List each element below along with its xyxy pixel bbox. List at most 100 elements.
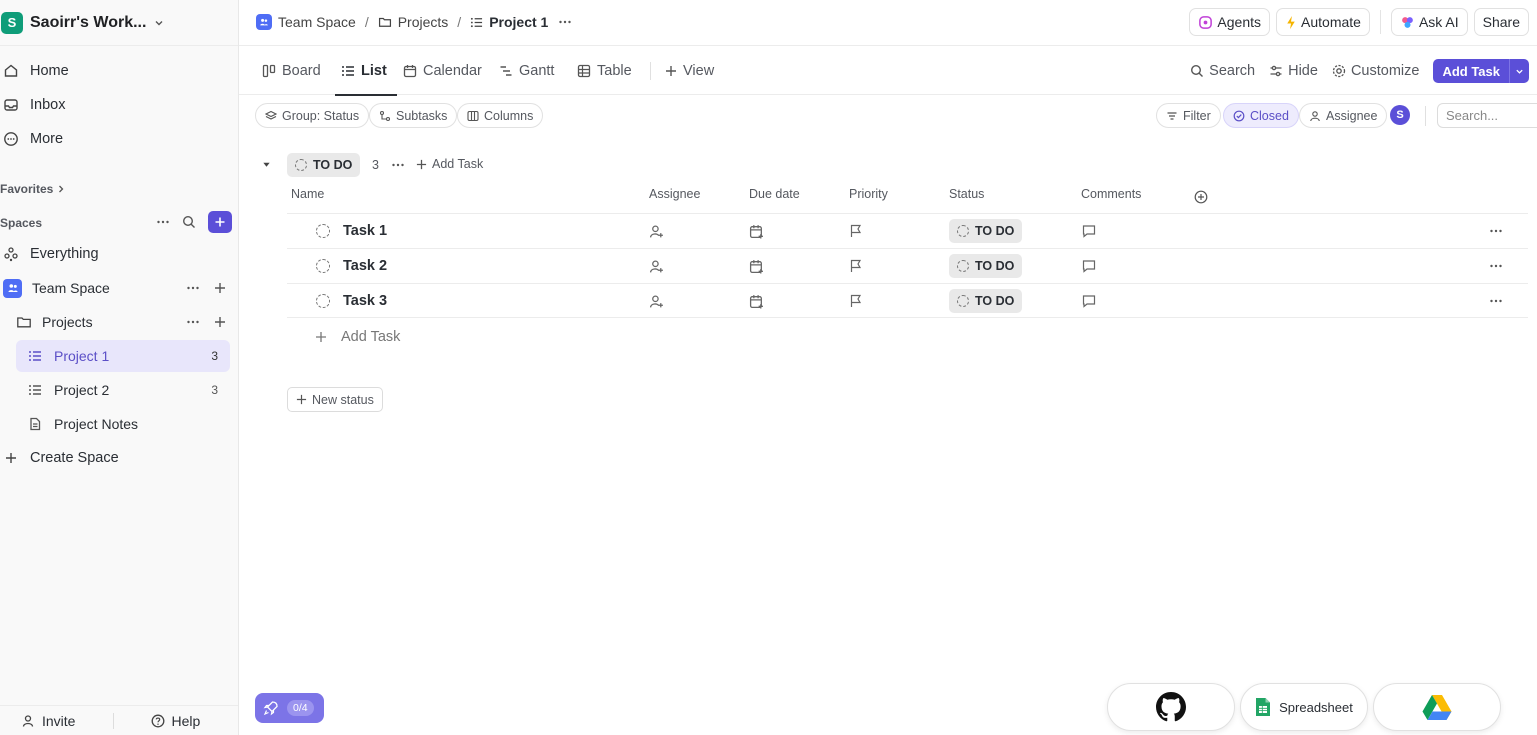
priority-flag-icon[interactable] — [849, 284, 863, 318]
add-task-button[interactable]: Add Task — [1433, 59, 1529, 83]
sidebar-item-everything[interactable]: Everything — [0, 239, 238, 269]
more-dots-icon[interactable] — [391, 158, 405, 172]
todo-status-icon — [295, 159, 307, 171]
breadcrumb-space[interactable]: Team Space — [256, 14, 356, 30]
ask-ai-button[interactable]: Ask AI — [1390, 8, 1468, 36]
column-header-priority[interactable]: Priority — [849, 187, 888, 207]
tab-table[interactable]: Table — [577, 47, 632, 95]
priority-flag-icon[interactable] — [849, 249, 863, 283]
due-date-icon[interactable] — [749, 249, 764, 283]
spreadsheet-integration-button[interactable]: Spreadsheet — [1240, 683, 1368, 731]
breadcrumb-list[interactable]: Project 1 — [470, 14, 548, 30]
column-header-name[interactable]: Name — [291, 187, 324, 207]
google-drive-integration-button[interactable] — [1373, 683, 1501, 731]
more-dots-icon[interactable] — [186, 281, 200, 295]
column-header-status[interactable]: Status — [949, 187, 984, 207]
share-button[interactable]: Share — [1473, 8, 1529, 36]
column-header-comments[interactable]: Comments — [1081, 187, 1141, 207]
assignee-add-icon[interactable] — [649, 249, 664, 283]
sidebar-item-more[interactable]: More — [0, 124, 238, 154]
agents-button[interactable]: Agents — [1189, 8, 1271, 36]
task-status-badge[interactable]: TO DO — [949, 284, 1023, 318]
more-dots-icon[interactable] — [558, 15, 572, 29]
row-more-icon[interactable] — [1489, 284, 1503, 318]
favorites-section[interactable]: Favorites — [0, 182, 65, 196]
comment-icon[interactable] — [1082, 214, 1096, 248]
priority-flag-icon[interactable] — [849, 214, 863, 248]
breadcrumb-folder[interactable]: Projects — [378, 14, 448, 30]
sidebar-item-project-2[interactable]: Project 2 3 — [16, 374, 230, 406]
github-integration-button[interactable] — [1107, 683, 1235, 731]
agents-icon — [1198, 15, 1213, 30]
search-icon[interactable] — [182, 215, 196, 229]
table-row[interactable]: Task 2 TO DO — [287, 248, 1528, 283]
table-row[interactable]: Task 1 TO DO — [287, 213, 1528, 248]
add-view-button[interactable]: View — [665, 47, 714, 95]
task-status-toggle[interactable] — [316, 249, 330, 283]
tab-calendar[interactable]: Calendar — [403, 47, 482, 95]
assignee-add-icon[interactable] — [649, 214, 664, 248]
assignee-add-icon[interactable] — [649, 284, 664, 318]
filter-chip[interactable]: Filter — [1156, 103, 1221, 128]
new-status-button[interactable]: New status — [287, 387, 383, 412]
task-name[interactable]: Task 2 — [343, 249, 387, 283]
column-header-due-date[interactable]: Due date — [749, 187, 800, 207]
add-column-icon[interactable] — [1194, 190, 1208, 204]
task-status-toggle[interactable] — [316, 284, 330, 318]
columns-chip[interactable]: Columns — [457, 103, 544, 128]
due-date-icon[interactable] — [749, 214, 764, 248]
create-space-item[interactable]: Create Space — [0, 443, 238, 473]
spreadsheet-label: Spreadsheet — [1279, 699, 1353, 715]
search-button[interactable]: Search — [1190, 63, 1255, 79]
more-dots-icon[interactable] — [186, 315, 200, 329]
tab-board[interactable]: Board — [262, 47, 321, 95]
task-name[interactable]: Task 1 — [343, 214, 387, 248]
column-header-assignee[interactable]: Assignee — [649, 187, 700, 207]
group-status-badge[interactable]: TO DO — [287, 153, 361, 177]
comment-icon[interactable] — [1082, 249, 1096, 283]
group-by-chip[interactable]: Group: Status — [255, 103, 370, 128]
task-name[interactable]: Task 3 — [343, 284, 387, 318]
sidebar-item-project-notes[interactable]: Project Notes — [16, 408, 230, 440]
tab-list[interactable]: List — [335, 47, 397, 96]
workspace-switcher[interactable]: S Saoirr's Work... — [0, 0, 238, 46]
status-group-header: TO DO 3 Add Task — [239, 150, 639, 180]
collapse-caret-icon[interactable] — [262, 160, 271, 169]
table-row[interactable]: Task 3 TO DO — [287, 283, 1528, 318]
task-status-badge[interactable]: TO DO — [949, 214, 1023, 248]
comment-icon[interactable] — [1082, 284, 1096, 318]
closed-chip[interactable]: Closed — [1223, 103, 1299, 128]
plus-icon[interactable] — [214, 282, 226, 294]
customize-button[interactable]: Customize — [1332, 63, 1419, 79]
automate-button[interactable]: Automate — [1276, 8, 1370, 36]
create-space-button[interactable] — [208, 211, 232, 233]
task-status-toggle[interactable] — [316, 214, 330, 248]
plus-icon[interactable] — [214, 316, 226, 328]
due-date-icon[interactable] — [749, 284, 764, 318]
sidebar-item-team-space[interactable]: Team Space — [0, 273, 238, 303]
avatar[interactable]: S — [1390, 105, 1410, 125]
inline-add-task[interactable]: Add Task — [315, 327, 400, 347]
onboarding-progress: 0/4 — [287, 700, 314, 716]
group-add-task-button[interactable]: Add Task — [416, 157, 483, 171]
assignee-chip[interactable]: Assignee — [1299, 103, 1388, 128]
tab-gantt[interactable]: Gantt — [499, 47, 554, 95]
filter-label: Filter — [1183, 108, 1211, 123]
doc-label: Project Notes — [54, 416, 139, 432]
search-input[interactable]: Search... — [1437, 103, 1537, 128]
hide-button[interactable]: Hide — [1269, 63, 1318, 79]
task-status-badge[interactable]: TO DO — [949, 249, 1023, 283]
sidebar-item-project-1[interactable]: Project 1 3 — [16, 340, 230, 372]
row-more-icon[interactable] — [1489, 214, 1503, 248]
onboarding-checklist-button[interactable]: 0/4 — [255, 693, 324, 723]
invite-button[interactable]: Invite — [22, 713, 75, 729]
help-button[interactable]: Help — [151, 713, 200, 729]
table-icon — [577, 64, 591, 78]
sidebar-item-inbox[interactable]: Inbox — [0, 90, 238, 120]
chevron-down-icon[interactable] — [1509, 59, 1529, 83]
more-dots-icon[interactable] — [156, 215, 170, 229]
sidebar-item-home[interactable]: Home — [0, 56, 238, 86]
subtasks-chip[interactable]: Subtasks — [369, 103, 458, 128]
sidebar-item-folder-projects[interactable]: Projects — [0, 307, 238, 337]
row-more-icon[interactable] — [1489, 249, 1503, 283]
